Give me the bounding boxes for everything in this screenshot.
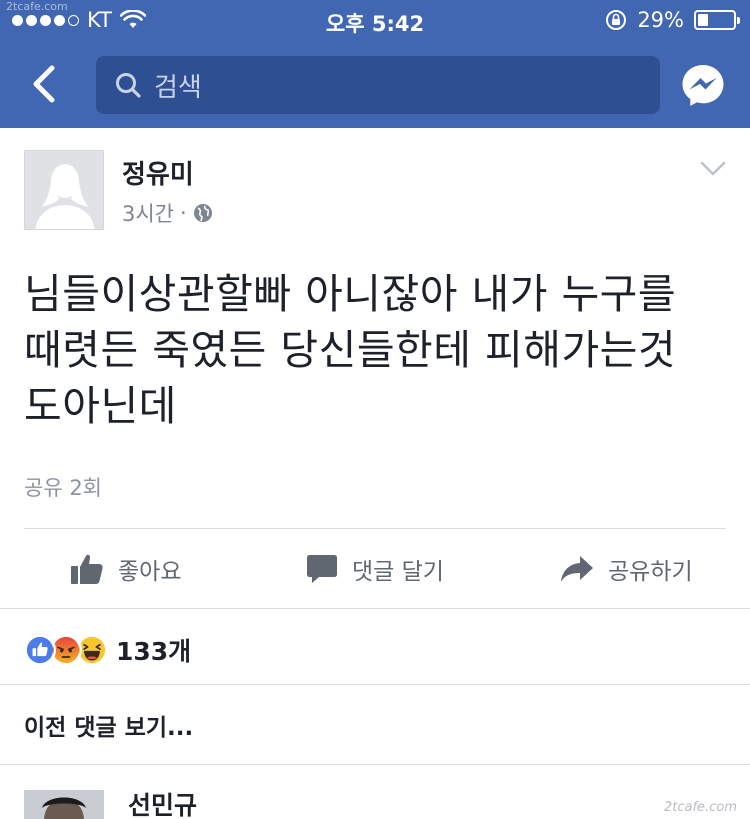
comment-icon (307, 555, 337, 583)
search-placeholder: 검색 (154, 72, 202, 103)
meta-separator: · (180, 201, 187, 225)
like-button[interactable]: 좋아요 (70, 552, 181, 586)
post-body: 님들이상관할빠 아니잖아 내가 누구를 때렷든 죽였든 당신들한테 피해가는것 … (24, 266, 734, 434)
battery-percent: 29% (637, 8, 684, 32)
divider (0, 608, 750, 609)
post-meta: 3시간 · (122, 198, 213, 228)
watermark: 2tcafe.com (664, 800, 737, 815)
post-text-line: 님들이상관할빠 아니잖아 내가 누구를 (24, 270, 677, 318)
commenter-name[interactable]: 선민규 (128, 786, 197, 819)
search-icon (116, 73, 141, 98)
thumbs-up-icon (71, 554, 103, 584)
search-input[interactable]: 검색 (96, 56, 660, 114)
share-arrow-icon (561, 556, 593, 582)
post-text-line: 도아닌데 (24, 382, 177, 430)
post-author-name[interactable]: 정유미 (122, 154, 194, 191)
comment-label: 댓글 달기 (352, 559, 444, 585)
status-right: 29% (605, 8, 740, 32)
commenter-avatar[interactable] (24, 790, 104, 819)
back-arrow-icon[interactable] (24, 62, 64, 106)
share-count[interactable]: 공유 2회 (24, 472, 102, 502)
globe-icon (193, 204, 212, 222)
view-previous-comments-link[interactable]: 이전 댓글 보기... (24, 708, 193, 742)
comment-button[interactable]: 댓글 달기 (306, 552, 444, 586)
status-bar: KT 오후 5:42 29% (0, 0, 750, 42)
rotation-lock-icon (606, 10, 627, 30)
commenter-photo (24, 790, 104, 819)
default-avatar-icon (25, 151, 103, 229)
share-button[interactable]: 공유하기 (560, 552, 693, 586)
author-avatar[interactable] (24, 150, 104, 230)
battery-icon (694, 10, 740, 30)
post-text-line: 때렷든 죽였든 당신들한테 피해가는것 (24, 326, 677, 374)
like-label: 좋아요 (118, 559, 182, 585)
share-label: 공유하기 (608, 559, 693, 585)
chevron-down-icon[interactable] (700, 160, 726, 178)
divider (24, 528, 726, 529)
action-bar: 좋아요 댓글 달기 공유하기 (0, 530, 750, 608)
nav-bar: 검색 (0, 42, 750, 128)
post-timestamp[interactable]: 3시간 (122, 198, 174, 228)
messenger-icon[interactable] (680, 62, 726, 108)
app-header: 2tcafe.com KT 오후 5:42 29% 검색 (0, 0, 750, 128)
reaction-count: 133개 (116, 637, 192, 666)
divider (0, 764, 750, 765)
divider (0, 684, 750, 685)
reactions-summary[interactable]: 133개 (24, 632, 191, 668)
like-reaction-icon (24, 634, 56, 666)
